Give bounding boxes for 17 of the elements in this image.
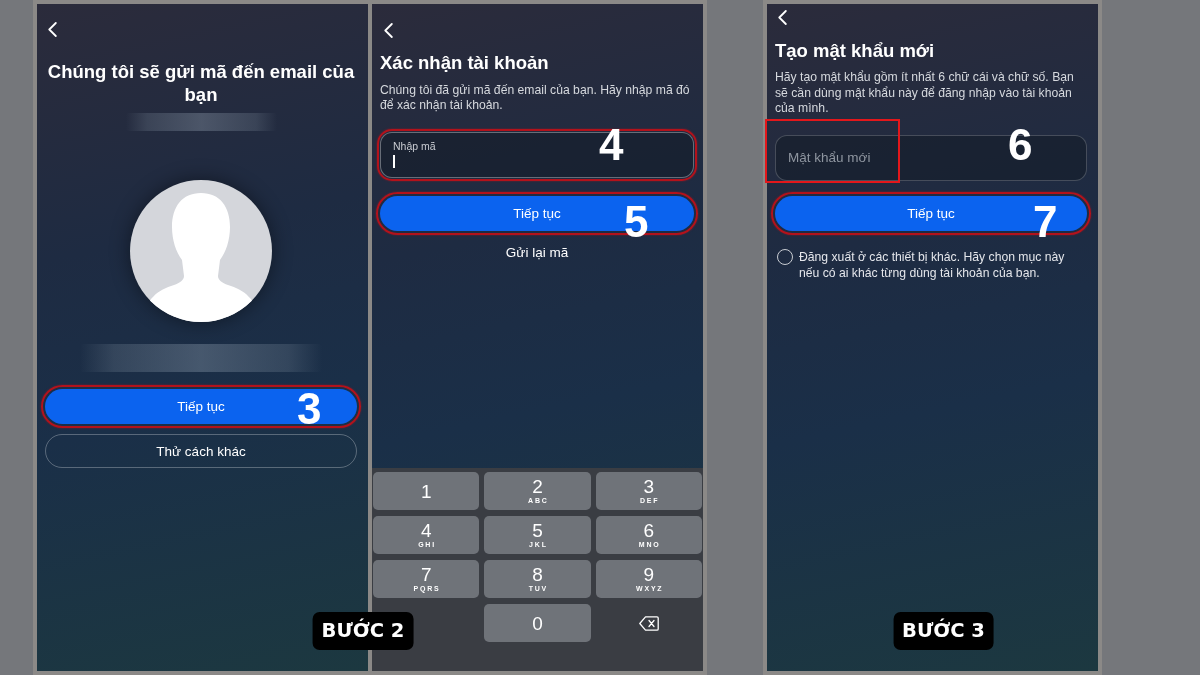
keypad-key[interactable]: 1 xyxy=(373,472,480,510)
back-icon[interactable] xyxy=(48,22,57,37)
backspace-icon[interactable] xyxy=(638,615,659,631)
text-cursor-icon xyxy=(393,155,395,168)
screen-title: Tạo mật khẩu mới xyxy=(775,40,936,62)
description-text: Chúng tôi đã gửi mã đến email của bạn. Hãy nhập mã đó để xác nhận tài khoản. xyxy=(380,83,691,113)
keypad-key[interactable]: 0 xyxy=(484,604,591,642)
text-link[interactable]: Gửi lại mã xyxy=(505,244,569,262)
screen-title: Chúng tôi sẽ gửi mã đến email của bạn xyxy=(46,60,356,106)
step-label: BƯỚC 2 xyxy=(312,612,414,650)
step-label: BƯỚC 3 xyxy=(893,612,994,650)
back-icon[interactable] xyxy=(778,10,787,25)
option-label: Đăng xuất ở các thiết bị khác. Hãy chọn mục này nếu có ai khác từng dùng tài khoản của bạn. xyxy=(799,248,1066,281)
screen-title: Xác nhận tài khoản xyxy=(380,52,550,74)
secondary-button[interactable]: Thử cách khác xyxy=(45,434,357,468)
description-text: Hãy tạo mật khẩu gồm ít nhất 6 chữ cái và chữ số. Bạn sẽ cần dùng mật khẩu này để đăng nhập vào tài khoản của mình. xyxy=(775,70,1075,117)
back-icon[interactable] xyxy=(384,23,393,38)
